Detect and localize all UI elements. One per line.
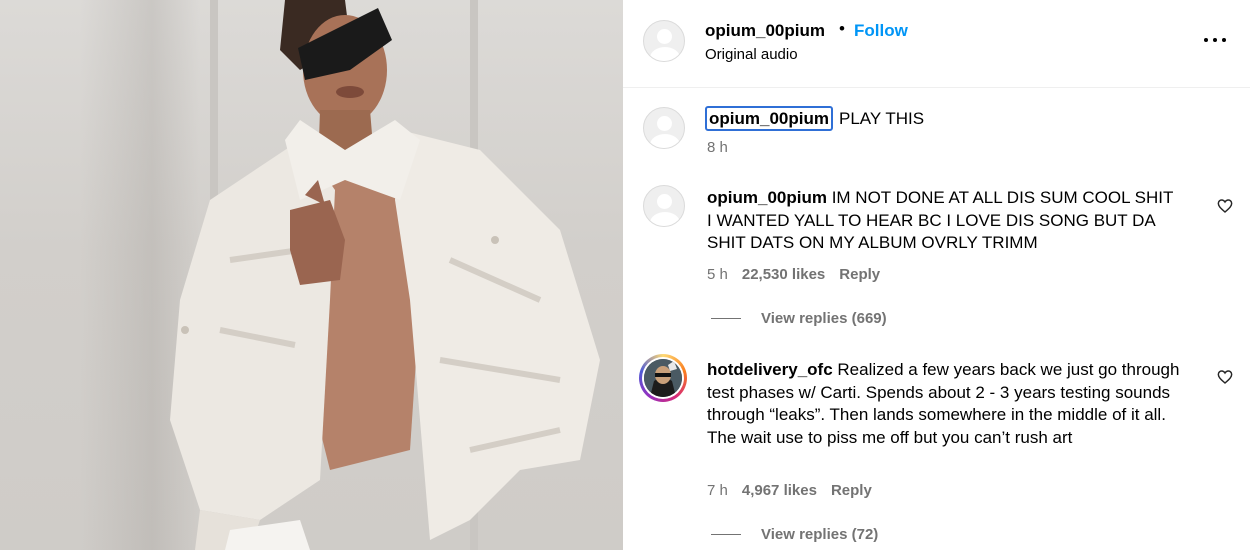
avatar-placeholder-body (650, 212, 680, 226)
comments-panel: opium_00pium • Follow Original audio opi… (623, 0, 1250, 550)
reply-button[interactable]: Reply (839, 266, 880, 283)
view-replies-button[interactable]: View replies (72) (711, 526, 878, 543)
like-heart-icon[interactable] (1217, 369, 1233, 385)
post-header: opium_00pium • Follow Original audio (623, 0, 1250, 88)
comment-likes[interactable]: 4,967 likes (742, 482, 817, 499)
comment-meta: 7 h 4,967 likes Reply (707, 482, 872, 499)
comment-username[interactable]: opium_00pium (707, 188, 827, 207)
follow-button[interactable]: Follow (854, 21, 908, 41)
avatar-placeholder-body (650, 47, 680, 61)
comment-text: opium_00pium IM NOT DONE AT ALL DIS SUM … (707, 187, 1177, 255)
avatar-placeholder-body (650, 134, 680, 148)
view-replies-button[interactable]: View replies (669) (711, 310, 887, 327)
view-replies-label: View replies (72) (761, 526, 879, 543)
caption-username[interactable]: opium_00pium (705, 106, 833, 131)
view-replies-label: View replies (669) (761, 310, 887, 327)
avatar-placeholder-head (657, 194, 672, 209)
header-username[interactable]: opium_00pium (705, 21, 825, 41)
reply-button[interactable]: Reply (831, 482, 872, 499)
story-avatar[interactable] (639, 354, 687, 402)
replies-divider (711, 318, 741, 319)
avatar-image (644, 359, 682, 397)
comment-likes[interactable]: 22,530 likes (742, 266, 825, 283)
comment-avatar[interactable] (643, 185, 685, 227)
caption-avatar[interactable] (643, 107, 685, 149)
audio-label[interactable]: Original audio (705, 46, 798, 63)
comment-text: hotdelivery_ofc Realized a few years bac… (707, 359, 1187, 449)
more-horizontal-icon[interactable] (1203, 28, 1227, 52)
comment-username[interactable]: hotdelivery_ofc (707, 360, 833, 379)
like-heart-icon[interactable] (1217, 198, 1233, 214)
comment-time[interactable]: 5 h (707, 266, 728, 283)
avatar[interactable] (643, 20, 685, 62)
caption-text: PLAY THIS (839, 109, 925, 128)
comment-meta: 5 h 22,530 likes Reply (707, 266, 880, 283)
caption-time[interactable]: 8 h (707, 139, 728, 156)
header-separator: • (839, 19, 845, 38)
replies-divider (711, 534, 741, 535)
avatar-placeholder-head (657, 29, 672, 44)
post-media[interactable] (0, 0, 623, 550)
comment-time[interactable]: 7 h (707, 482, 728, 499)
post-photo (170, 0, 600, 550)
avatar-placeholder-head (657, 116, 672, 131)
